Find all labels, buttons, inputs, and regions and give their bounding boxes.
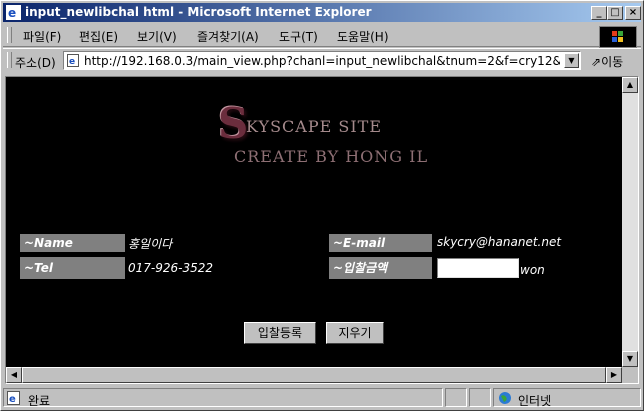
scroll-up-button[interactable]: ▲	[622, 77, 638, 93]
address-label: 주소(D)	[15, 56, 56, 70]
address-dropdown-button[interactable]: ▼	[564, 53, 579, 68]
logo-initial: S	[218, 99, 249, 148]
address-input[interactable]: e http://192.168.0.3/main_view.php?chanl…	[63, 51, 581, 70]
site-logo: S KYSCAPE SITE CREATE BY HONG IL	[218, 99, 427, 179]
address-bar: 주소(D) e http://192.168.0.3/main_view.php…	[3, 48, 641, 73]
name-value: 홍일이다	[128, 237, 173, 251]
amount-unit: won	[520, 263, 545, 277]
horizontal-scrollbar[interactable]: ◀ ▶	[6, 367, 622, 383]
status-zone: 인터넷	[493, 388, 641, 408]
scroll-left-button[interactable]: ◀	[6, 367, 22, 383]
clear-button[interactable]: 지우기	[326, 322, 384, 344]
submit-bid-button[interactable]: 입찰등록	[244, 322, 316, 344]
menu-edit[interactable]: 편집(E)	[79, 28, 118, 45]
logo-line1: KYSCAPE SITE	[246, 117, 383, 136]
tel-value: 017-926-3522	[128, 261, 214, 275]
dropdown-arrow-icon: ▼	[568, 56, 575, 65]
scroll-right-icon: ▶	[610, 370, 618, 379]
horizontal-scroll-thumb[interactable]	[22, 367, 606, 383]
status-cell	[445, 388, 467, 407]
scroll-right-button[interactable]: ▶	[606, 367, 622, 383]
name-label: ~Name	[20, 234, 125, 252]
scroll-down-icon: ▼	[626, 354, 634, 363]
svg-text:e: e	[9, 394, 16, 405]
email-value: skycry@hananet.net	[437, 235, 562, 249]
vertical-scrollbar[interactable]: ▲ ▼	[622, 77, 638, 367]
window-title: input_newlibchal html - Microsoft Intern…	[25, 5, 372, 19]
email-label: ~E-mail	[329, 234, 432, 252]
amount-label: ~입찰금액	[329, 257, 432, 279]
maximize-button[interactable]: □	[607, 6, 623, 20]
status-zone-text: 인터넷	[518, 394, 552, 408]
close-button[interactable]: ×	[625, 6, 641, 20]
page-content: S KYSCAPE SITE CREATE BY HONG IL ~Name 홍…	[5, 76, 639, 384]
menu-help[interactable]: 도움말(H)	[337, 28, 389, 45]
tel-label: ~Tel	[20, 257, 125, 279]
status-cell	[469, 388, 491, 407]
title-bar: e input_newlibchal html - Microsoft Inte…	[3, 3, 641, 22]
svg-text:e: e	[8, 6, 16, 20]
page-icon: e	[67, 54, 79, 67]
browser-window: e input_newlibchal html - Microsoft Inte…	[0, 0, 644, 411]
status-bar: e 완료 인터넷	[3, 387, 641, 409]
maximize-icon: □	[610, 7, 620, 18]
logo-line2: CREATE BY HONG IL	[234, 147, 429, 166]
toolbar-grip[interactable]	[7, 27, 12, 43]
windows-logo-icon	[599, 26, 637, 48]
menu-tools[interactable]: 도구(T)	[279, 28, 318, 45]
scroll-corner	[622, 367, 638, 383]
menu-favorites[interactable]: 즐겨찾기(A)	[197, 28, 259, 45]
scroll-left-icon: ◀	[10, 370, 18, 379]
page-icon: e	[7, 391, 20, 405]
toolbar-grip[interactable]	[7, 52, 12, 68]
ie-icon: e	[6, 5, 21, 20]
menu-view[interactable]: 보기(V)	[137, 28, 177, 45]
go-arrow-icon: ⇗	[591, 55, 602, 69]
minimize-icon: _	[596, 7, 602, 18]
minimize-button[interactable]: _	[591, 6, 607, 20]
status-main: e 완료	[3, 388, 443, 408]
address-url: http://192.168.0.3/main_view.php?chanl=i…	[84, 54, 560, 68]
svg-text:e: e	[69, 57, 75, 67]
menu-file[interactable]: 파일(F)	[23, 28, 61, 45]
status-text: 완료	[28, 394, 51, 408]
scroll-up-icon: ▲	[626, 80, 634, 89]
go-label: 이동	[601, 55, 624, 69]
close-icon: ×	[628, 7, 638, 18]
scroll-down-button[interactable]: ▼	[622, 351, 638, 367]
go-button[interactable]: ⇗이동	[591, 53, 623, 70]
globe-icon	[499, 392, 511, 404]
menu-bar: 파일(F) 편집(E) 보기(V) 즐겨찾기(A) 도구(T) 도움말(H)	[3, 24, 641, 48]
amount-input[interactable]	[437, 258, 519, 278]
